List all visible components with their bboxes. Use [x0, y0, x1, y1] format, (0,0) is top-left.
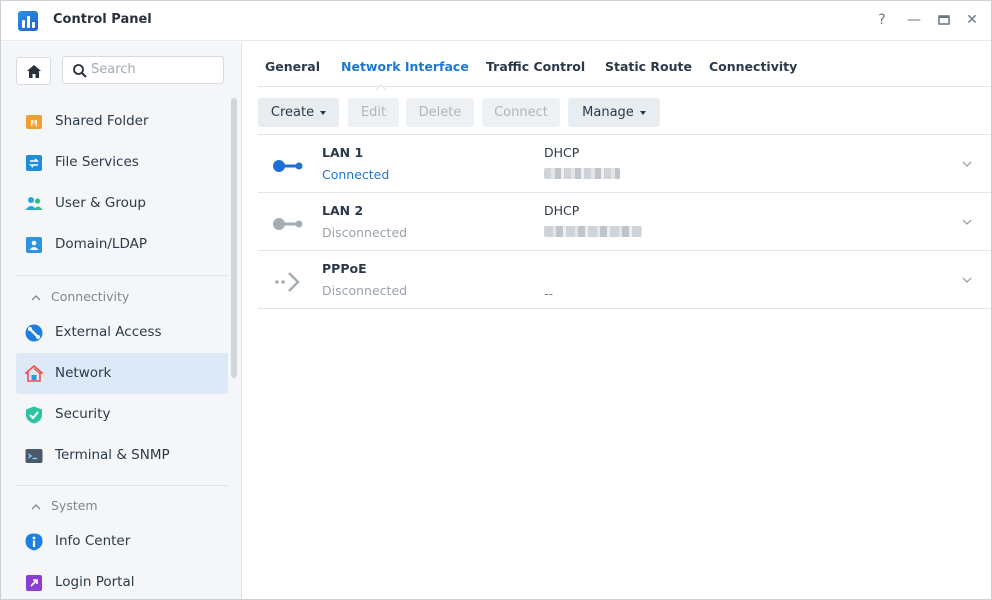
- network-house-icon: [25, 365, 43, 382]
- interface-mode: DHCP: [544, 145, 580, 160]
- terminal-icon: [25, 449, 43, 463]
- sidebar-divider: [16, 485, 228, 486]
- interface-row-pppoe[interactable]: PPPoE Disconnected --: [258, 251, 991, 309]
- tab-general[interactable]: General: [265, 59, 320, 74]
- sidebar-item-label: Shared Folder: [55, 113, 149, 129]
- tab-static-route[interactable]: Static Route: [605, 59, 692, 74]
- interface-mode: DHCP: [544, 203, 580, 218]
- tab-network-interface[interactable]: Network Interface: [341, 59, 469, 74]
- connect-button[interactable]: Connect: [482, 98, 560, 127]
- pppoe-icon: [275, 272, 300, 292]
- shared-folder-icon: [26, 115, 42, 129]
- chevron-up-icon: [31, 295, 41, 301]
- sidebar-item-label: Security: [55, 406, 111, 422]
- chevron-down-icon[interactable]: [960, 273, 974, 287]
- external-access-icon: [25, 324, 43, 342]
- login-portal-icon: [26, 575, 42, 591]
- sidebar-item-label: File Services: [55, 154, 139, 170]
- section-system[interactable]: System: [31, 498, 98, 513]
- sidebar-item-label: External Access: [55, 324, 162, 340]
- search-icon: [73, 64, 87, 78]
- shield-icon: [26, 406, 42, 424]
- section-label: System: [51, 498, 98, 513]
- active-tab-indicator-icon: [376, 84, 386, 90]
- sidebar-item-terminal-snmp[interactable]: Terminal & SNMP: [16, 435, 228, 476]
- search-field[interactable]: [62, 56, 224, 84]
- chevron-down-icon[interactable]: [960, 157, 974, 171]
- interface-list: LAN 1 Connected DHCP LAN 2 Disconnected …: [258, 134, 991, 309]
- user-group-icon: [25, 197, 43, 210]
- manage-button-label: Manage: [582, 105, 634, 120]
- window-title: Control Panel: [53, 12, 152, 27]
- help-icon[interactable]: ?: [871, 9, 893, 31]
- sidebar-item-domain-ldap[interactable]: Domain/LDAP: [16, 224, 228, 265]
- section-label: Connectivity: [51, 289, 130, 304]
- sidebar-scrollbar[interactable]: [231, 98, 237, 378]
- lan-disconnected-icon: [273, 218, 303, 230]
- sidebar-item-user-group[interactable]: User & Group: [16, 183, 228, 224]
- chevron-down-icon[interactable]: [960, 215, 974, 229]
- sidebar-item-label: User & Group: [55, 195, 146, 211]
- sidebar-item-network[interactable]: Network: [16, 353, 228, 394]
- interface-status: Disconnected: [322, 283, 408, 298]
- edit-button[interactable]: Edit: [348, 98, 399, 127]
- interface-status: Connected: [322, 167, 390, 182]
- info-icon: [25, 533, 43, 551]
- interface-status: Disconnected: [322, 225, 408, 240]
- control-panel-window: Control Panel ? — ✕ Shared Folder File S…: [0, 0, 992, 600]
- sidebar-item-login-portal[interactable]: Login Portal: [16, 562, 228, 599]
- blurred-ip-address: [544, 168, 620, 179]
- interface-ip: --: [544, 286, 554, 301]
- title-bar: Control Panel ? — ✕: [1, 1, 991, 41]
- search-input[interactable]: [91, 62, 216, 77]
- domain-ldap-icon: [26, 237, 42, 253]
- interface-name: LAN 1: [322, 145, 364, 160]
- sidebar-item-info-center[interactable]: Info Center: [16, 521, 228, 562]
- create-button-label: Create: [270, 105, 315, 120]
- home-button[interactable]: [16, 57, 51, 85]
- home-icon: [26, 64, 41, 78]
- sidebar-item-label: Terminal & SNMP: [55, 447, 170, 463]
- lan-connected-icon: [273, 160, 303, 172]
- interface-name: LAN 2: [322, 203, 364, 218]
- section-connectivity[interactable]: Connectivity: [31, 289, 129, 304]
- tab-connectivity[interactable]: Connectivity: [709, 59, 797, 74]
- minimize-icon[interactable]: —: [903, 9, 925, 31]
- close-icon[interactable]: ✕: [961, 9, 983, 31]
- sidebar-item-label: Login Portal: [55, 574, 135, 590]
- sidebar-divider: [16, 275, 228, 276]
- tab-bar: General Network Interface Traffic Contro…: [258, 42, 991, 90]
- create-button[interactable]: Create: [258, 98, 339, 127]
- sidebar-item-label: Info Center: [55, 533, 131, 549]
- sidebar-item-external-access[interactable]: External Access: [16, 312, 228, 353]
- file-services-icon: [26, 155, 42, 171]
- caret-down-icon: [320, 110, 327, 115]
- caret-down-icon: [639, 110, 646, 115]
- manage-button[interactable]: Manage: [568, 98, 660, 127]
- sidebar-item-security[interactable]: Security: [16, 394, 228, 435]
- tab-traffic-control[interactable]: Traffic Control: [486, 59, 585, 74]
- sidebar-item-shared-folder[interactable]: Shared Folder: [16, 101, 228, 142]
- delete-button[interactable]: Delete: [406, 98, 474, 127]
- sidebar-item-label: Domain/LDAP: [55, 236, 147, 252]
- sidebar: Shared Folder File Services User & Group…: [1, 42, 242, 599]
- control-panel-app-icon: [18, 11, 38, 31]
- main-content: General Network Interface Traffic Contro…: [243, 42, 991, 599]
- blurred-ip-address: [544, 226, 642, 237]
- chevron-up-icon: [31, 504, 41, 510]
- sidebar-item-label: Network: [55, 365, 112, 381]
- sidebar-item-file-services[interactable]: File Services: [16, 142, 228, 183]
- interface-row-lan1[interactable]: LAN 1 Connected DHCP: [258, 135, 991, 193]
- interface-row-lan2[interactable]: LAN 2 Disconnected DHCP: [258, 193, 991, 251]
- interface-name: PPPoE: [322, 261, 367, 276]
- maximize-icon[interactable]: [933, 9, 955, 31]
